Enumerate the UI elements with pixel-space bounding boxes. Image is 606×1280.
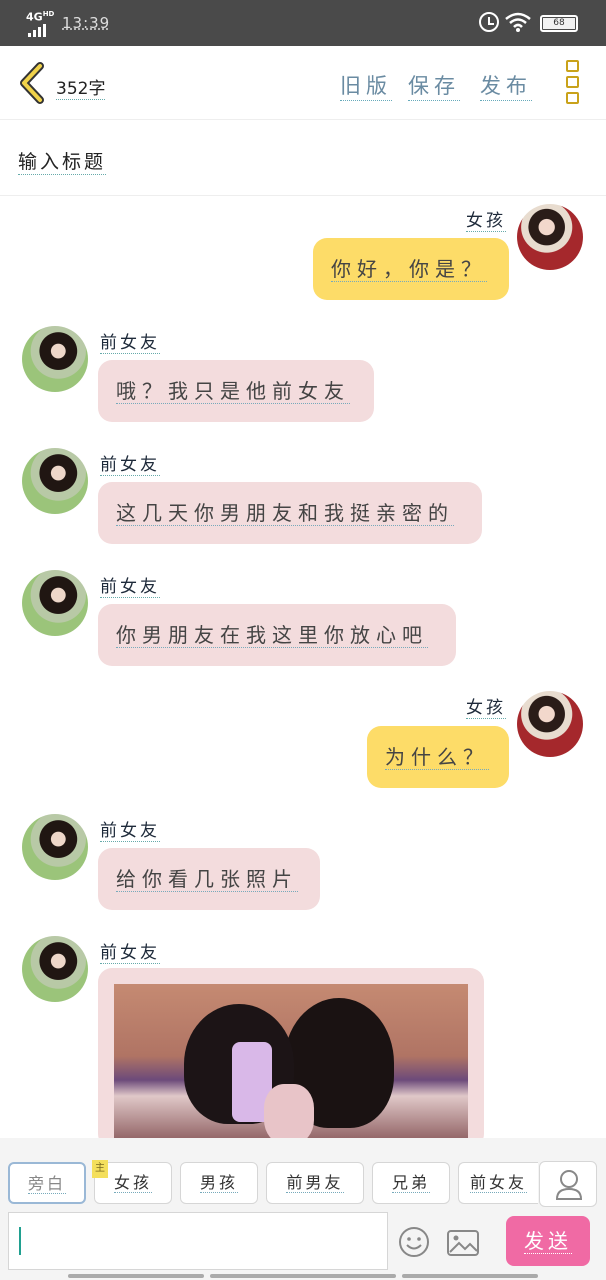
nav-indicator (402, 1274, 538, 1278)
signal-icon (28, 24, 46, 37)
avatar[interactable] (22, 814, 88, 880)
sender-name: 前女友 (100, 450, 160, 476)
avatar[interactable] (22, 448, 88, 514)
avatar[interactable] (22, 326, 88, 392)
person-icon (555, 1170, 583, 1200)
main-role-badge: 主 (92, 1160, 108, 1178)
shared-photo[interactable] (114, 984, 468, 1144)
back-icon[interactable] (16, 62, 46, 104)
message-bubble[interactable]: 给你看几张照片 (98, 848, 320, 910)
sender-name: 前女友 (100, 816, 160, 842)
message-bubble[interactable]: 你好，你是？ (313, 238, 509, 300)
status-bar: 4GHD 13:39 68 (0, 0, 606, 46)
add-role-button[interactable] (539, 1161, 597, 1207)
message-bubble[interactable]: 为什么？ (367, 726, 509, 788)
network-indicator: 4GHD (26, 10, 55, 24)
message-bubble[interactable]: 这几天你男朋友和我挺亲密的 (98, 482, 482, 544)
role-chip-ex-girlfriend[interactable]: 前女友 (458, 1162, 538, 1204)
battery-icon: 68 (540, 15, 578, 32)
emoji-icon[interactable] (398, 1226, 430, 1258)
sender-name: 女孩 (466, 693, 506, 719)
avatar[interactable] (517, 691, 583, 757)
nav-indicator (210, 1274, 396, 1278)
status-time: 13:39 (62, 14, 111, 32)
message-bubble[interactable]: 哦？我只是他前女友 (98, 360, 374, 422)
message-input[interactable] (8, 1212, 388, 1270)
photo-message[interactable] (98, 968, 484, 1148)
alarm-icon (479, 12, 499, 32)
avatar[interactable] (517, 204, 583, 270)
wifi-icon (505, 12, 531, 32)
sender-name: 女孩 (466, 206, 506, 232)
character-count: 352字 (56, 74, 106, 100)
more-menu-icon[interactable] (566, 60, 580, 108)
old-version-button[interactable]: 旧版 (340, 70, 392, 101)
send-button[interactable]: 发送 (506, 1216, 590, 1266)
top-bar: 352字 旧版 保存 发布 (0, 46, 606, 120)
sender-name: 前女友 (100, 938, 160, 964)
sender-name: 前女友 (100, 572, 160, 598)
avatar[interactable] (22, 936, 88, 1002)
save-button[interactable]: 保存 (408, 70, 460, 101)
role-chip-boy[interactable]: 男孩 (180, 1162, 258, 1204)
sender-name: 前女友 (100, 328, 160, 354)
title-placeholder: 输入标题 (18, 147, 107, 175)
role-chip-brother[interactable]: 兄弟 (372, 1162, 450, 1204)
role-chip-narrator[interactable]: 旁白 (8, 1162, 86, 1204)
image-icon[interactable] (446, 1228, 480, 1258)
role-chip-ex-boyfriend[interactable]: 前男友 (266, 1162, 364, 1204)
publish-button[interactable]: 发布 (480, 70, 532, 101)
title-input[interactable]: 输入标题 (0, 121, 606, 196)
nav-indicator (68, 1274, 204, 1278)
avatar[interactable] (22, 570, 88, 636)
message-bubble[interactable]: 你男朋友在我这里你放心吧 (98, 604, 456, 666)
